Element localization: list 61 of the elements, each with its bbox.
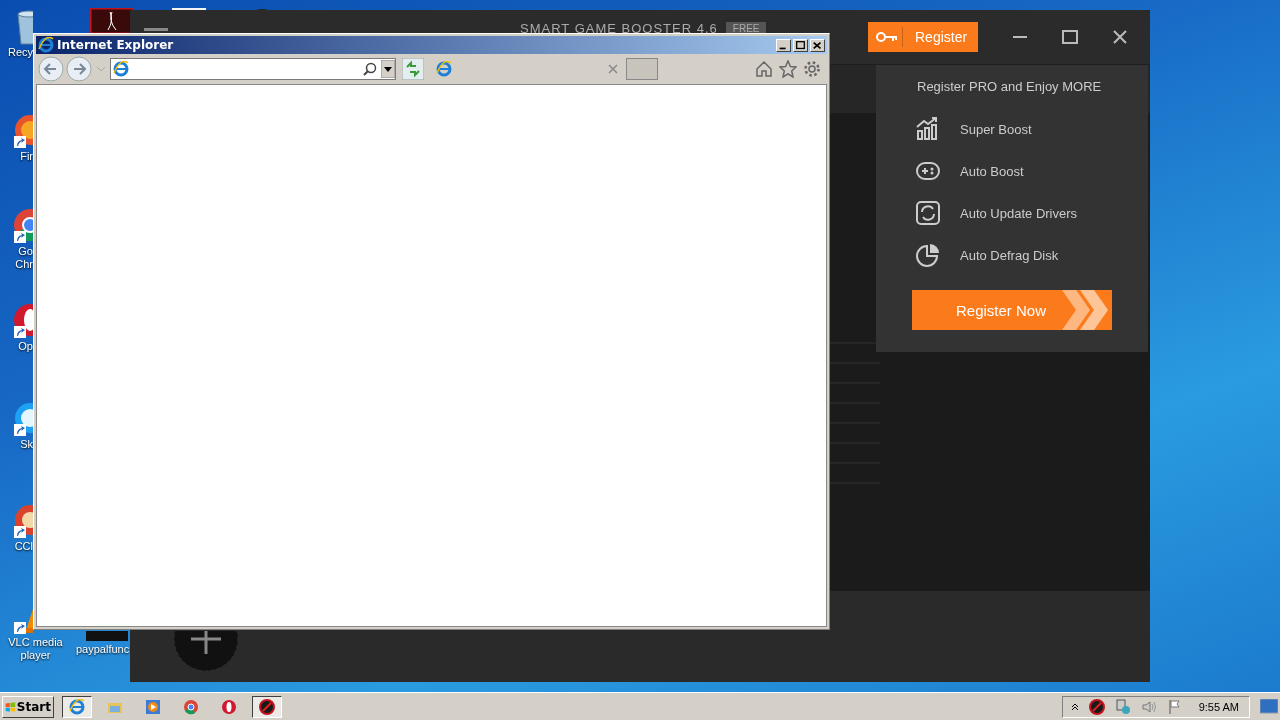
promo-heading: Register PRO and Enjoy MORE [917,79,1103,94]
shortcut-arrow-icon [14,136,26,148]
feature-label: Auto Boost [960,163,1024,179]
chrome-icon [183,698,199,715]
maximize-icon[interactable] [1062,29,1078,45]
feature-label: Auto Defrag Disk [960,247,1059,263]
feature-label: Super Boost [960,121,1032,137]
register-now-button[interactable]: Register Now [912,290,1112,330]
shortcut-arrow-icon [14,326,26,338]
opera-icon [221,698,237,715]
icon-label[interactable]: CCl [14,540,34,553]
gamepad-icon [916,159,940,183]
icon-label[interactable]: Op [18,340,34,353]
icon-label[interactable]: Sk [20,438,34,451]
start-button[interactable]: Start [2,695,54,718]
add-button-icon[interactable] [173,631,239,672]
icon-label[interactable]: VLC media player [0,636,72,662]
address-field[interactable] [110,58,396,80]
chart-icon [916,117,940,141]
pie-chart-icon [916,243,940,267]
taskbar-button[interactable] [62,695,92,718]
search-icon[interactable] [363,62,377,76]
chevrons-icon [1062,290,1110,330]
media-player-icon [145,698,161,715]
clock: 9:55 AM [1198,700,1239,713]
chevron-up-icon[interactable] [1070,702,1079,711]
register-button[interactable]: Register [868,22,978,52]
star-icon[interactable] [779,60,797,78]
ie-logo-icon [113,61,129,77]
shortcut-arrow-icon [14,526,26,538]
close-button[interactable] [810,38,825,52]
shortcut-arrow-icon [14,424,26,436]
ie-logo-icon [436,61,452,77]
taskbar-button[interactable] [252,695,282,718]
key-icon [876,31,898,43]
home-icon[interactable] [755,60,773,78]
shortcut-arrow-icon [14,622,26,634]
close-icon[interactable] [1112,29,1128,45]
ie-logo-icon [69,698,85,715]
icon-label[interactable]: Go Chr [13,245,34,271]
window-title: Internet Explorer [57,38,174,52]
ie-logo-icon [38,37,54,53]
feature-label: Auto Update Drivers [960,205,1078,221]
settings-icon[interactable] [803,60,821,78]
back-button[interactable] [38,56,64,82]
dropdown-button[interactable] [381,60,395,78]
flag-icon[interactable] [1166,698,1183,715]
menu-icon[interactable] [144,27,168,32]
refresh-icon [916,201,940,225]
refresh-button[interactable] [402,58,424,80]
shortcut-arrow-icon [14,231,26,243]
icon-label[interactable]: Fir [20,150,34,163]
minimize-button[interactable] [776,38,791,52]
slash-circle-icon [259,698,275,715]
maximize-button[interactable] [793,38,808,52]
window-title: SMART GAME BOOSTER 4.6 [520,22,718,36]
icon-label[interactable]: Recy [7,46,34,59]
show-desktop-button[interactable] [1260,698,1278,715]
slash-circle-icon[interactable] [1088,698,1105,715]
forward-button[interactable] [66,56,92,82]
icon-label[interactable]: paypalfunc [76,643,131,656]
